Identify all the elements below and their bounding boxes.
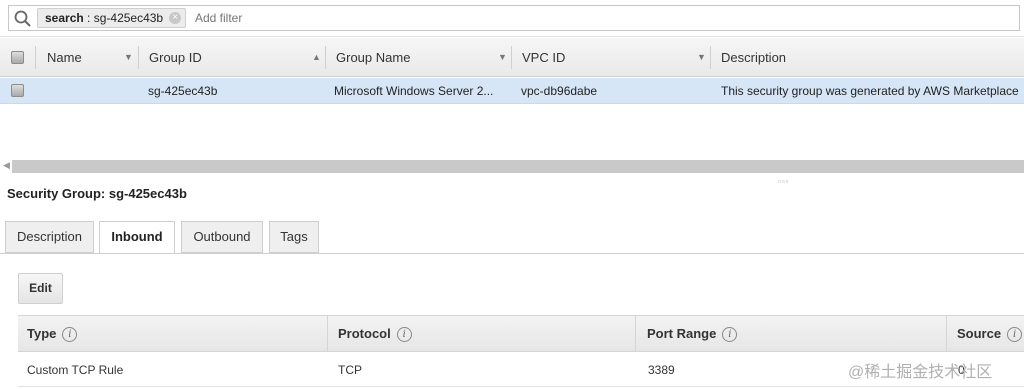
column-divider: [35, 46, 36, 69]
row-group-name: Microsoft Windows Server 2...: [334, 84, 494, 98]
filter-chip[interactable]: search : sg-425ec43b ×: [37, 8, 187, 28]
column-header-group-id[interactable]: Group ID: [149, 38, 202, 77]
column-divider: [511, 46, 512, 69]
search-box[interactable]: search : sg-425ec43b × Add filter: [8, 5, 1020, 31]
table-row[interactable]: sg-425ec43b Microsoft Windows Server 2..…: [0, 78, 1024, 104]
rule-type: Custom TCP Rule: [27, 363, 124, 377]
chevron-down-icon[interactable]: ▼: [124, 38, 133, 77]
row-name: [47, 78, 135, 104]
resize-handle-icon[interactable]: ▫▫▫: [778, 177, 790, 186]
rules-column-type-label: Type: [27, 326, 57, 341]
column-divider: [325, 46, 326, 69]
row-description: This security group was generated by AWS…: [721, 84, 1019, 98]
tab-inbound[interactable]: Inbound: [99, 221, 175, 254]
tab-tags[interactable]: Tags: [269, 221, 319, 253]
column-divider: [635, 316, 636, 351]
close-icon[interactable]: ×: [169, 12, 182, 24]
column-header-name[interactable]: Name: [47, 38, 82, 77]
edit-button[interactable]: Edit: [18, 273, 63, 304]
rules-column-protocol-label: Protocol: [338, 326, 391, 341]
rules-column-type[interactable]: Type i: [27, 316, 78, 351]
info-icon[interactable]: i: [62, 327, 78, 343]
tab-outbound[interactable]: Outbound: [181, 221, 263, 253]
rule-protocol: TCP: [338, 363, 362, 377]
tabs-divider: [0, 253, 1024, 254]
watermark: @稀土掘金技术社区: [848, 364, 993, 381]
horizontal-scrollbar[interactable]: [12, 160, 1024, 173]
filter-chip-value: sg-425ec43b: [93, 11, 164, 25]
rules-column-port-range[interactable]: Port Range i: [647, 316, 738, 351]
rules-column-protocol[interactable]: Protocol i: [338, 316, 412, 351]
chevron-down-icon[interactable]: ▼: [697, 38, 706, 77]
rules-table-header: Type i Protocol i Port Range i Source i: [18, 315, 1024, 352]
sort-ascending-icon[interactable]: ▲: [312, 38, 321, 77]
filter-chip-key: search: [45, 11, 84, 25]
rules-column-port-range-label: Port Range: [647, 326, 717, 341]
column-divider: [946, 316, 947, 351]
add-filter-input[interactable]: Add filter: [195, 10, 242, 26]
column-header-group-name[interactable]: Group Name: [336, 38, 410, 77]
row-vpc-id: vpc-db96dabe: [521, 84, 598, 98]
scroll-left-icon[interactable]: ◀: [3, 160, 10, 171]
rules-column-source-label: Source: [957, 326, 1002, 341]
info-icon[interactable]: i: [396, 327, 412, 343]
row-checkbox[interactable]: [11, 84, 24, 97]
rule-port-range: 3389: [648, 363, 675, 377]
row-group-id: sg-425ec43b: [148, 84, 218, 98]
filter-chip-separator: :: [83, 11, 94, 25]
column-divider: [710, 46, 711, 69]
search-bar: search : sg-425ec43b × Add filter: [0, 0, 1024, 37]
rules-column-source[interactable]: Source i: [957, 316, 1023, 351]
column-header-vpc-id[interactable]: VPC ID: [522, 38, 565, 77]
column-divider: [327, 316, 328, 351]
column-header-description[interactable]: Description: [721, 38, 786, 77]
info-icon[interactable]: i: [722, 327, 738, 343]
tab-description[interactable]: Description: [5, 221, 94, 253]
select-all-checkbox[interactable]: [11, 51, 24, 64]
column-divider: [138, 46, 139, 69]
grid-header: Name ▼ Group ID ▲ Group Name ▼ VPC ID ▼ …: [0, 38, 1024, 77]
chevron-down-icon[interactable]: ▼: [498, 38, 507, 77]
info-icon[interactable]: i: [1007, 327, 1023, 343]
search-icon[interactable]: [13, 9, 33, 29]
detail-title: Security Group: sg-425ec43b: [7, 186, 187, 201]
